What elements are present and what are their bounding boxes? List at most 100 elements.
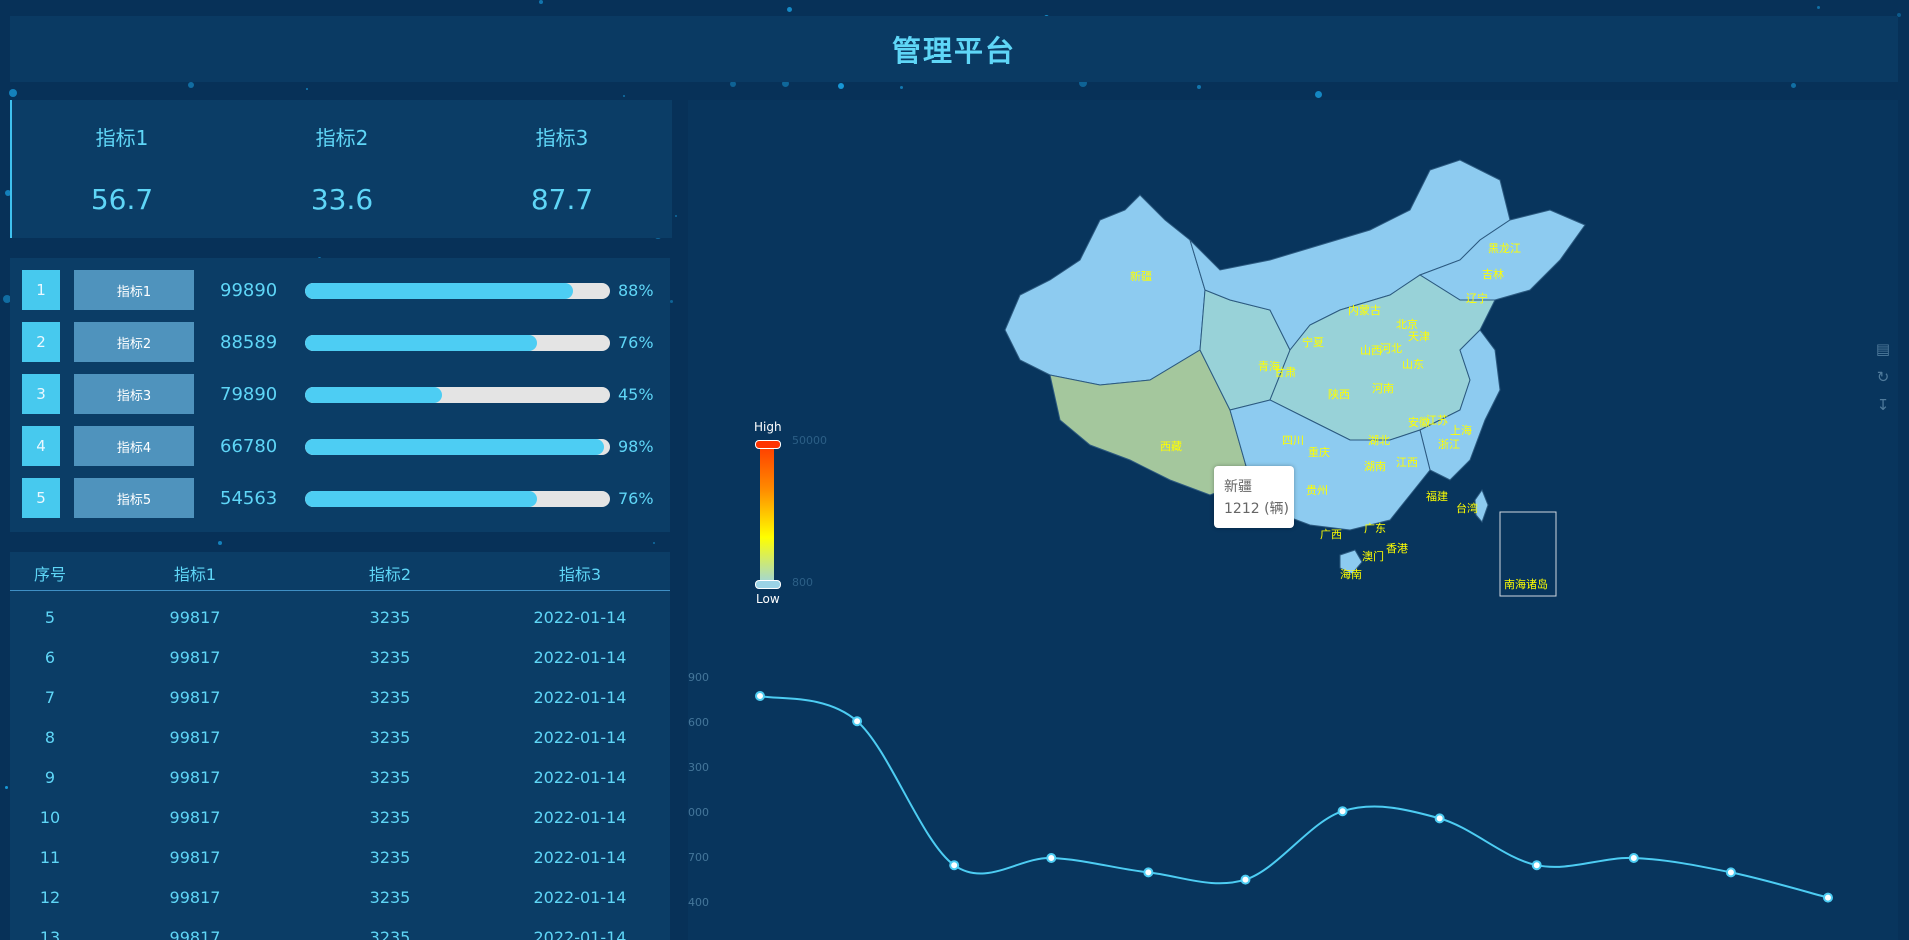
visual-map-bar[interactable] [760,440,774,586]
chart-toolbox: ▤ ↻ ↧ [1874,340,1896,424]
table-row[interactable]: 11 99817 3235 2022-01-14 [10,838,670,878]
metric-value: 33.6 [310,183,374,216]
rank-value: 88589 [220,332,278,353]
rank-percent: 88% [618,281,654,300]
table-cell: 99817 [169,768,221,787]
table-cell: 12 [39,888,61,907]
table-cell: 5 [44,608,56,627]
metric-3: 指标3 87.7 [452,100,672,216]
province-label: 甘肃 [1274,366,1296,379]
province-label: 河北 [1380,342,1402,355]
province-label: 河南 [1372,382,1394,395]
rank-number: 2 [22,322,60,362]
progress-track [305,283,610,299]
table-cell: 13 [39,928,61,940]
column-header[interactable]: 序号 [10,561,90,585]
page-title: 管理平台 [891,34,1016,68]
rank-row: 5 指标5 54563 76% [10,478,670,518]
data-point[interactable] [1240,874,1251,885]
rank-name: 指标4 [74,426,194,466]
data-point[interactable] [1046,853,1057,863]
data-point[interactable] [852,716,863,727]
table-cell: 3235 [369,848,411,867]
table-cell: 99817 [169,648,221,667]
table-row[interactable]: 13 99817 3235 2022-01-14 [10,918,670,940]
particle [188,82,194,88]
data-point[interactable] [1725,867,1736,878]
legend-low-label: Low [756,592,780,606]
restore-icon[interactable]: ↻ [1874,368,1892,386]
data-point[interactable] [755,691,765,701]
map-region-xinjiang[interactable] [1004,194,1206,386]
progress-track [305,491,610,507]
table-cell: 99817 [169,928,221,940]
metric-2: 指标2 33.6 [232,100,452,216]
data-point[interactable] [1143,867,1154,878]
ranking-panel: 1 指标1 99890 88% 2 指标2 88589 76% 3 指标3 79… [10,258,670,532]
rank-row: 4 指标4 66780 98% [10,426,670,466]
table-row[interactable]: 8 99817 3235 2022-01-14 [10,718,670,758]
table-cell: 11 [39,848,61,867]
particle [1197,85,1201,89]
table-row[interactable]: 6 99817 3235 2022-01-14 [10,638,670,678]
china-map[interactable]: 新疆西藏青海甘肃宁夏内蒙古黑龙江吉林辽宁北京天津河北山西山东陕西 河南四川重庆湖北… [990,150,1590,610]
table-cell: 3235 [369,808,411,827]
save-image-icon[interactable]: ↧ [1874,396,1892,414]
metric-label: 指标3 [535,126,589,150]
data-view-icon[interactable]: ▤ [1874,340,1892,358]
table-cell: 10 [39,808,61,827]
province-label: 天津 [1408,330,1430,343]
province-label: 江西 [1396,456,1418,469]
data-point[interactable] [949,860,960,871]
province-label: 湖北 [1368,434,1390,447]
rank-percent: 76% [618,489,654,508]
column-header[interactable]: 指标3 [500,561,660,585]
series-line [759,695,1829,899]
table-row[interactable]: 12 99817 3235 2022-01-14 [10,878,670,918]
south-sea-label: 南海诸岛 [1504,577,1548,591]
legend-high-label: High [754,420,782,434]
legend-top-handle[interactable] [755,440,781,449]
rank-name: 指标5 [74,478,194,518]
legend-max-value: 50000 [792,434,827,447]
province-label: 重庆 [1308,445,1330,459]
province-label: 香港 [1386,542,1408,555]
data-point[interactable] [1434,813,1445,824]
province-label: 上海 [1450,423,1472,437]
table-cell: 2022-01-14 [533,928,627,940]
table-cell: 99817 [169,888,221,907]
table-cell: 2022-01-14 [533,808,627,827]
province-label: 江苏 [1426,414,1448,427]
particle [306,88,308,90]
table-cell: 2022-01-14 [533,768,627,787]
table-row[interactable]: 10 99817 3235 2022-01-14 [10,798,670,838]
column-header[interactable]: 指标2 [320,561,460,585]
province-label: 新疆 [1130,269,1152,283]
legend-bottom-handle[interactable] [755,580,781,589]
data-point[interactable] [1337,806,1348,817]
particle [539,0,543,4]
rank-percent: 45% [618,385,654,404]
data-point[interactable] [1531,860,1542,871]
particle [218,541,222,545]
table-cell: 3235 [369,928,411,940]
progress-track [305,335,610,351]
table-row[interactable]: 9 99817 3235 2022-01-14 [10,758,670,798]
data-point[interactable] [1823,892,1833,903]
metric-label: 指标2 [315,126,369,150]
legend-min-value: 800 [792,576,813,589]
table-row[interactable]: 7 99817 3235 2022-01-14 [10,678,670,718]
header-bar: 管理平台 [10,16,1898,82]
province-label: 湖南 [1364,460,1386,473]
rank-row: 3 指标3 79890 45% [10,374,670,414]
table-cell: 3235 [369,888,411,907]
progress-fill [305,283,574,299]
table-row[interactable]: 5 99817 3235 2022-01-14 [10,598,670,638]
metric-label: 指标1 [95,126,149,150]
particle [838,83,844,89]
column-header[interactable]: 指标1 [120,561,270,585]
rank-name: 指标1 [74,270,194,310]
table-cell: 2022-01-14 [533,728,627,747]
data-point[interactable] [1628,853,1639,863]
province-label: 陕西 [1328,387,1350,401]
